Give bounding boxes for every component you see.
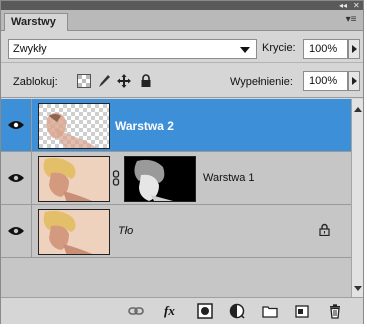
new-group-icon[interactable] <box>262 303 278 319</box>
collapse-panel-icon[interactable]: ◂◂ <box>339 1 347 10</box>
panel-bottom-toolbar: fx <box>1 297 363 324</box>
eye-icon <box>8 121 24 129</box>
layer-name[interactable]: Tło <box>118 225 133 237</box>
adjustment-layer-icon[interactable] <box>229 303 245 319</box>
layer-name[interactable]: Warstwa 1 <box>203 172 255 184</box>
fill-slider-arrow-icon[interactable] <box>348 71 360 91</box>
scroll-up-icon[interactable] <box>354 107 362 112</box>
fill-input[interactable]: 100% <box>303 71 348 91</box>
layer-row-warstwa-2[interactable]: Warstwa 2 <box>1 99 351 152</box>
link-layers-icon[interactable] <box>128 303 144 319</box>
lock-label: Zablokuj: <box>13 76 58 88</box>
visibility-toggle[interactable] <box>1 152 32 204</box>
add-mask-icon[interactable] <box>197 303 213 319</box>
blend-mode-value: Zwykły <box>13 43 47 55</box>
blend-mode-select[interactable]: Zwykły <box>8 39 257 59</box>
layer-thumbnail[interactable] <box>38 156 110 202</box>
lock-icon <box>319 223 330 236</box>
layer-mask-thumbnail[interactable] <box>124 156 196 202</box>
layer-row-warstwa-1[interactable]: Warstwa 1 <box>1 152 351 205</box>
opacity-label: Krycie: <box>262 42 296 54</box>
tab-layers[interactable]: Warstwy <box>4 13 68 31</box>
layer-row-tlo[interactable]: Tło <box>1 205 351 258</box>
layer-name[interactable]: Warstwa 2 <box>115 119 174 133</box>
lock-all-icon[interactable] <box>139 74 153 88</box>
lock-image-pixels-icon[interactable] <box>97 74 111 88</box>
opacity-slider-arrow-icon[interactable] <box>348 39 360 59</box>
lock-transparent-pixels-icon[interactable] <box>77 74 91 88</box>
visibility-toggle[interactable] <box>1 99 32 151</box>
layers-scrollbar[interactable] <box>351 99 363 297</box>
chevron-down-icon <box>240 47 250 53</box>
lock-fill-row: Zablokuj: Wypełnienie: 100% <box>1 64 363 98</box>
layers-panel: ◂◂ ✕ Warstwy ▾≡ Zwykły Krycie: 100% Zabl… <box>0 0 364 324</box>
panel-menu-icon[interactable]: ▾≡ <box>344 14 358 26</box>
blend-opacity-row: Zwykły Krycie: 100% <box>1 32 363 63</box>
link-chain-icon[interactable] <box>112 170 120 186</box>
lock-position-icon[interactable] <box>117 74 131 88</box>
panel-tab-row: Warstwy ▾≡ <box>1 10 363 31</box>
eye-icon <box>8 174 24 182</box>
scroll-down-icon[interactable] <box>354 286 362 291</box>
fill-label: Wypełnienie: <box>230 76 293 88</box>
layer-thumbnail[interactable] <box>38 209 110 255</box>
eye-icon <box>8 227 24 235</box>
layer-style-fx-icon[interactable]: fx <box>164 303 184 319</box>
panel-title-bar: ◂◂ ✕ <box>1 1 363 10</box>
opacity-input[interactable]: 100% <box>303 39 348 59</box>
layer-thumbnail[interactable] <box>38 103 110 149</box>
new-layer-icon[interactable] <box>294 303 310 319</box>
layers-list: Warstwa 2 Warstwa 1 Tło <box>1 99 351 297</box>
visibility-toggle[interactable] <box>1 205 32 257</box>
close-panel-icon[interactable]: ✕ <box>353 1 360 10</box>
delete-layer-icon[interactable] <box>327 303 343 319</box>
